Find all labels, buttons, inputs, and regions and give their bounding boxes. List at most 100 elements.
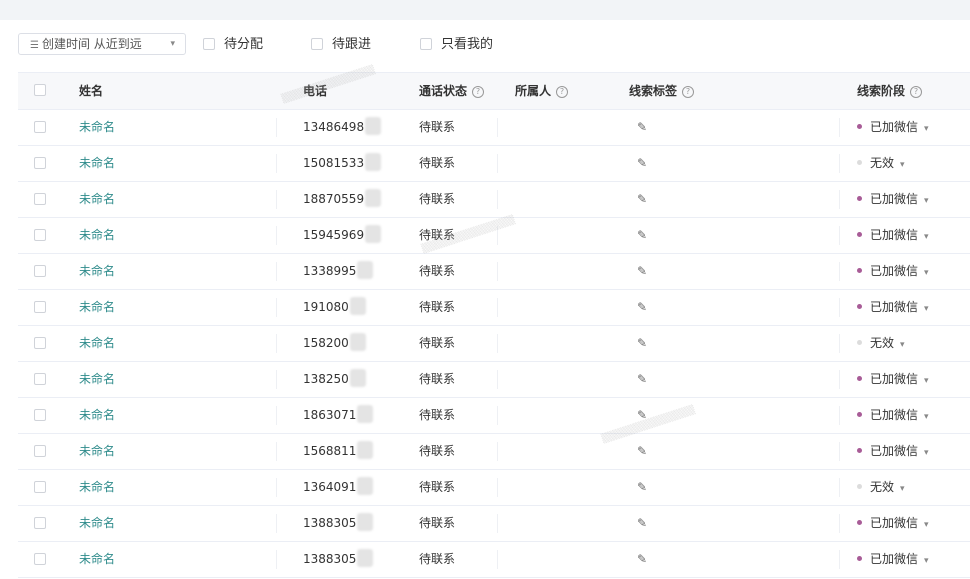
edit-tags-icon[interactable]: ✎ <box>637 398 647 433</box>
lead-name-link[interactable]: 未命名 <box>79 146 115 181</box>
edit-tags-icon[interactable]: ✎ <box>637 362 647 397</box>
row-checkbox[interactable] <box>34 229 46 241</box>
row-checkbox[interactable] <box>34 157 46 169</box>
col-call-status: 通话状态? <box>419 73 485 109</box>
lead-name-link[interactable]: 未命名 <box>79 218 115 253</box>
row-checkbox[interactable] <box>34 445 46 457</box>
lead-stage-select[interactable]: 已加微信 ▾ <box>857 290 929 327</box>
row-checkbox[interactable] <box>34 265 46 277</box>
lead-name-link[interactable]: 未命名 <box>79 290 115 325</box>
row-checkbox[interactable] <box>34 517 46 529</box>
checkbox[interactable] <box>203 38 215 50</box>
row-checkbox[interactable] <box>34 409 46 421</box>
column-divider <box>497 514 498 533</box>
filter-mine-only[interactable]: 只看我的 <box>420 36 493 54</box>
lead-name-link[interactable]: 未命名 <box>79 254 115 289</box>
lead-name-link[interactable]: 未命名 <box>79 326 115 361</box>
chevron-down-icon: ▾ <box>900 160 905 170</box>
lead-stage-label: 已加微信 <box>870 264 919 278</box>
row-checkbox[interactable] <box>34 301 46 313</box>
lead-stage-select[interactable]: 已加微信 ▾ <box>857 398 929 435</box>
column-divider <box>839 118 840 137</box>
select-all-checkbox[interactable] <box>34 84 46 96</box>
lead-name-link[interactable]: 未命名 <box>79 398 115 433</box>
lead-phone: 191080 <box>303 290 366 325</box>
edit-tags-icon[interactable]: ✎ <box>637 254 647 289</box>
table-row[interactable]: 未命名 1338995 待联系 ✎ 已加微信 ▾ <box>18 254 970 290</box>
lead-stage-select[interactable]: 无效 ▾ <box>857 146 905 183</box>
lead-stage-select[interactable]: 已加微信 ▾ <box>857 110 929 147</box>
table-row[interactable]: 未命名 1388305 待联系 ✎ 已加微信 ▾ <box>18 542 970 578</box>
lead-phone: 1338995 <box>303 254 374 289</box>
table-row[interactable]: 未命名 1863071 待联系 ✎ 已加微信 ▾ <box>18 398 970 434</box>
column-divider <box>497 298 498 317</box>
lead-name-link[interactable]: 未命名 <box>79 434 115 469</box>
column-divider <box>497 262 498 281</box>
checkbox[interactable] <box>311 38 323 50</box>
table-row[interactable]: 未命名 1388305 待联系 ✎ 已加微信 ▾ <box>18 506 970 542</box>
filter-unassigned[interactable]: 待分配 <box>203 36 263 54</box>
row-checkbox[interactable] <box>34 553 46 565</box>
row-checkbox[interactable] <box>34 193 46 205</box>
edit-tags-icon[interactable]: ✎ <box>637 542 647 577</box>
lead-name-link[interactable]: 未命名 <box>79 506 115 541</box>
help-icon[interactable]: ? <box>556 86 569 98</box>
lead-name-link[interactable]: 未命名 <box>79 542 115 577</box>
row-checkbox[interactable] <box>34 373 46 385</box>
column-divider <box>276 118 277 137</box>
chevron-down-icon: ▾ <box>924 124 929 134</box>
chevron-down-icon: ▾ <box>924 448 929 458</box>
lead-stage-select[interactable]: 已加微信 ▾ <box>857 254 929 291</box>
table-row[interactable]: 未命名 158200 待联系 ✎ 无效 ▾ <box>18 326 970 362</box>
lead-stage-select[interactable]: 已加微信 ▾ <box>857 362 929 399</box>
lead-stage-select[interactable]: 无效 ▾ <box>857 326 905 363</box>
table-row[interactable]: 未命名 138250 待联系 ✎ 已加微信 ▾ <box>18 362 970 398</box>
lead-stage-select[interactable]: 已加微信 ▾ <box>857 218 929 255</box>
stage-dot-icon <box>857 160 862 165</box>
stage-dot-icon <box>857 196 862 201</box>
checkbox[interactable] <box>420 38 432 50</box>
edit-tags-icon[interactable]: ✎ <box>637 146 647 181</box>
sort-label: 创建时间 从近到远 <box>41 37 142 51</box>
top-strip <box>0 0 970 20</box>
edit-tags-icon[interactable]: ✎ <box>637 506 647 541</box>
lead-name-link[interactable]: 未命名 <box>79 110 115 145</box>
filter-to-follow[interactable]: 待跟进 <box>311 36 371 54</box>
lead-phone: 138250 <box>303 362 366 397</box>
table-row[interactable]: 未命名 18870559 待联系 ✎ 已加微信 ▾ <box>18 182 970 218</box>
edit-tags-icon[interactable]: ✎ <box>637 470 647 505</box>
sort-select[interactable]: ☰ 创建时间 从近到远 ▾ <box>18 33 186 55</box>
lead-name-link[interactable]: 未命名 <box>79 362 115 397</box>
lead-name-link[interactable]: 未命名 <box>79 470 115 505</box>
lead-phone-text: 1388305 <box>303 552 357 566</box>
row-checkbox[interactable] <box>34 481 46 493</box>
edit-tags-icon[interactable]: ✎ <box>637 182 647 217</box>
row-checkbox[interactable] <box>34 337 46 349</box>
row-checkbox[interactable] <box>34 121 46 133</box>
phone-mask <box>365 189 382 207</box>
edit-tags-icon[interactable]: ✎ <box>637 434 647 469</box>
help-icon[interactable]: ? <box>472 86 485 98</box>
chevron-down-icon: ▾ <box>924 268 929 278</box>
table-row[interactable]: 未命名 13486498 待联系 ✎ 已加微信 ▾ <box>18 110 970 146</box>
lead-phone-text: 191080 <box>303 300 349 314</box>
table-row[interactable]: 未命名 15945969 待联系 ✎ 已加微信 ▾ <box>18 218 970 254</box>
filter-bar: ☰ 创建时间 从近到远 ▾ 待分配 待跟进 只看我的 <box>0 20 970 70</box>
table-row[interactable]: 未命名 1364091 待联系 ✎ 无效 ▾ <box>18 470 970 506</box>
edit-tags-icon[interactable]: ✎ <box>637 110 647 145</box>
edit-tags-icon[interactable]: ✎ <box>637 218 647 253</box>
column-divider <box>497 370 498 389</box>
lead-stage-select[interactable]: 已加微信 ▾ <box>857 506 929 543</box>
edit-tags-icon[interactable]: ✎ <box>637 290 647 325</box>
edit-tags-icon[interactable]: ✎ <box>637 326 647 361</box>
table-row[interactable]: 未命名 15081533 待联系 ✎ 无效 ▾ <box>18 146 970 182</box>
lead-stage-select[interactable]: 已加微信 ▾ <box>857 182 929 219</box>
table-row[interactable]: 未命名 191080 待联系 ✎ 已加微信 ▾ <box>18 290 970 326</box>
lead-stage-select[interactable]: 已加微信 ▾ <box>857 434 929 471</box>
lead-stage-select[interactable]: 已加微信 ▾ <box>857 542 929 579</box>
help-icon[interactable]: ? <box>682 86 695 98</box>
table-row[interactable]: 未命名 1568811 待联系 ✎ 已加微信 ▾ <box>18 434 970 470</box>
lead-name-link[interactable]: 未命名 <box>79 182 115 217</box>
lead-stage-select[interactable]: 无效 ▾ <box>857 470 905 507</box>
help-icon[interactable]: ? <box>910 86 923 98</box>
